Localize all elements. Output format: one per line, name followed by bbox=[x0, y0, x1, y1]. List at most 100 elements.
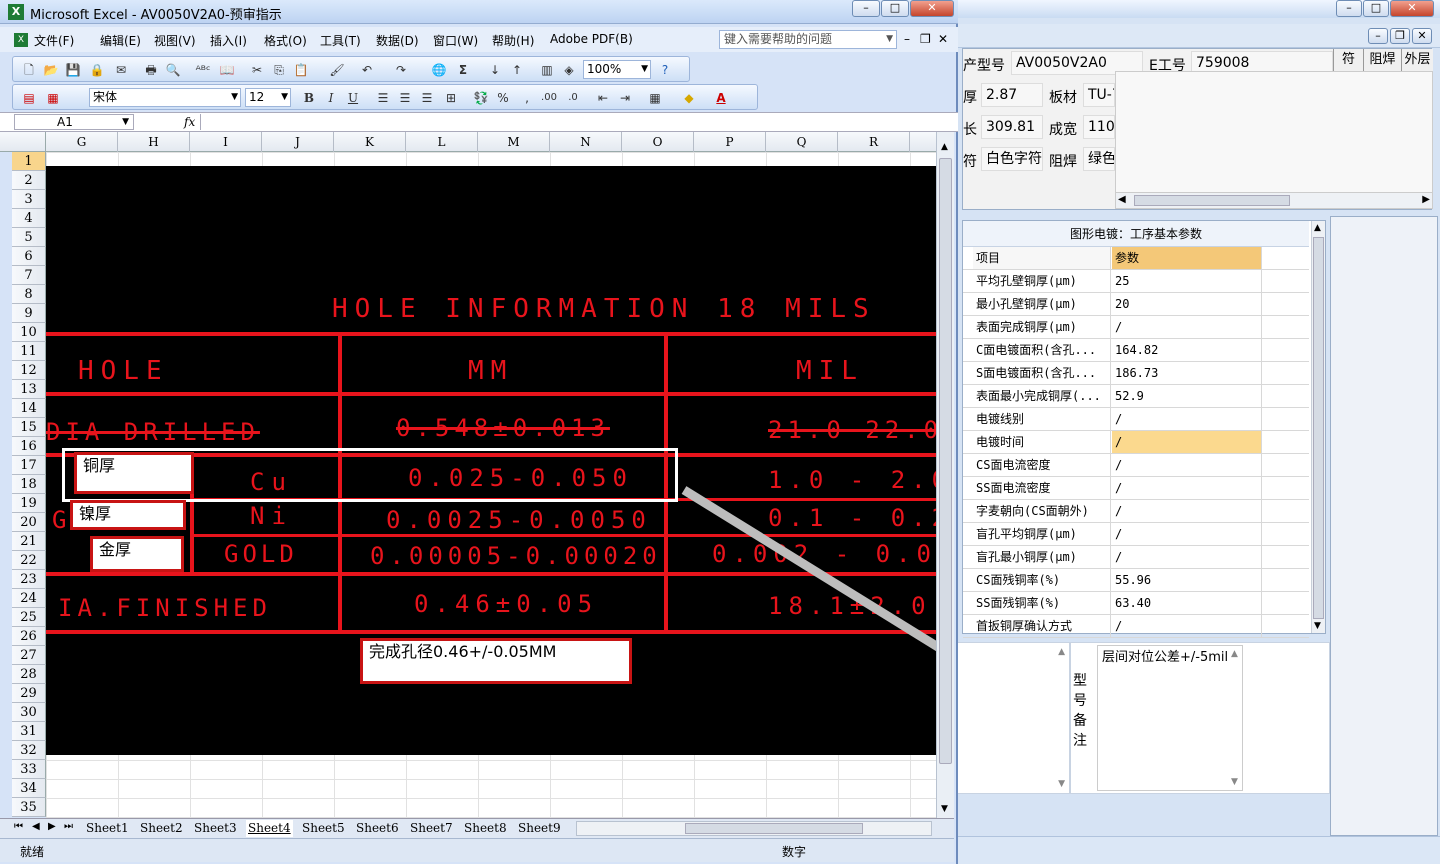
align-center-icon[interactable]: ☰ bbox=[397, 90, 413, 106]
row-header[interactable]: 11 bbox=[12, 342, 46, 361]
scroll-up-icon[interactable]: ▲ bbox=[941, 142, 948, 152]
formula-input[interactable] bbox=[200, 114, 954, 130]
sheet-tab[interactable]: Sheet4 bbox=[246, 820, 293, 837]
sheet-tab[interactable]: Sheet2 bbox=[138, 820, 185, 837]
italic-icon[interactable]: I bbox=[323, 90, 339, 106]
row-header[interactable]: 9 bbox=[12, 304, 46, 323]
autosum-icon[interactable]: Σ bbox=[455, 62, 471, 78]
param-value[interactable]: 20 bbox=[1112, 293, 1262, 315]
column-header-i[interactable]: I bbox=[190, 132, 262, 152]
dropdown-icon[interactable]: ▼ bbox=[231, 89, 238, 106]
col-param-header[interactable]: 参数 bbox=[1112, 247, 1262, 269]
first-sheet-icon[interactable]: ⏮ bbox=[14, 821, 23, 832]
column-header-k[interactable]: K bbox=[334, 132, 406, 152]
column-header-l[interactable]: L bbox=[406, 132, 478, 152]
sheet-horizontal-scrollbar[interactable] bbox=[576, 821, 932, 836]
char-field[interactable]: 白色字符 bbox=[981, 147, 1043, 171]
table-row[interactable]: 电镀线别 / bbox=[963, 408, 1309, 431]
length-field[interactable]: 309.81 bbox=[981, 115, 1043, 139]
row-header[interactable]: 19 bbox=[12, 494, 46, 513]
row-header[interactable]: 7 bbox=[12, 266, 46, 285]
row-header[interactable]: 33 bbox=[12, 760, 46, 779]
mdi-restore-button[interactable]: ❐ bbox=[1390, 28, 1410, 44]
blank-list[interactable]: ▲ ▼ bbox=[956, 642, 1070, 794]
dropdown-icon[interactable]: ▼ bbox=[281, 89, 288, 106]
hyperlink-icon[interactable]: 🌐 bbox=[431, 62, 447, 78]
email-icon[interactable]: ✉ bbox=[113, 62, 129, 78]
next-sheet-icon[interactable]: ▶ bbox=[48, 821, 56, 832]
dropdown-icon[interactable]: ▼ bbox=[886, 31, 893, 48]
workbook-icon[interactable]: X bbox=[14, 33, 28, 47]
undo-icon[interactable]: ↶ bbox=[359, 62, 375, 78]
table-row[interactable]: 盲孔最小铜厚(μm) / bbox=[963, 546, 1309, 569]
doc-restore-icon[interactable]: ❐ bbox=[920, 32, 931, 46]
param-value[interactable]: / bbox=[1112, 408, 1262, 430]
row-header[interactable]: 35 bbox=[12, 798, 46, 817]
table-row[interactable]: 平均孔壁铜厚(μm) 25 bbox=[963, 270, 1309, 293]
column-header-m[interactable]: M bbox=[478, 132, 550, 152]
row-header[interactable]: 8 bbox=[12, 285, 46, 304]
mask-field[interactable]: 绿色 bbox=[1083, 147, 1115, 171]
sheet-tab[interactable]: Sheet6 bbox=[354, 820, 401, 837]
currency-icon[interactable]: 💱 bbox=[473, 90, 489, 106]
sort-ascending-icon[interactable]: ↓ bbox=[487, 62, 503, 78]
remark-textbox[interactable]: 层间对位公差+/-5mil bbox=[1097, 645, 1243, 791]
row-header[interactable]: 23 bbox=[12, 570, 46, 589]
open-icon[interactable]: 📂 bbox=[43, 62, 59, 78]
scroll-thumb[interactable] bbox=[1134, 195, 1290, 206]
table-row[interactable]: 盲孔平均铜厚(μm) / bbox=[963, 523, 1309, 546]
row-header[interactable]: 29 bbox=[12, 684, 46, 703]
fx-icon[interactable]: fx bbox=[184, 115, 195, 129]
table-row[interactable]: C面电镀面积(含孔... 164.82 bbox=[963, 339, 1309, 362]
scroll-down-icon[interactable]: ▼ bbox=[1314, 621, 1321, 631]
minimize-button[interactable]: – bbox=[852, 0, 880, 17]
row-header[interactable]: 20 bbox=[12, 513, 46, 532]
col-item-header[interactable]: 项目 bbox=[973, 247, 1111, 269]
scroll-thumb[interactable] bbox=[939, 158, 952, 764]
layers-list[interactable]: ◀ ▶ bbox=[1115, 71, 1433, 209]
align-left-icon[interactable]: ☰ bbox=[375, 90, 391, 106]
row-header[interactable]: 22 bbox=[12, 551, 46, 570]
menu-help[interactable]: 帮助(H) bbox=[492, 32, 534, 49]
scroll-up-icon[interactable]: ▲ bbox=[1314, 223, 1321, 233]
decrease-decimal-icon[interactable]: .0 bbox=[565, 90, 581, 106]
param-value[interactable]: / bbox=[1112, 431, 1262, 453]
width-field[interactable]: 110.7 bbox=[1083, 115, 1115, 139]
param-value[interactable]: / bbox=[1112, 500, 1262, 522]
font-size-box[interactable]: 12 ▼ bbox=[245, 88, 291, 107]
column-header-p[interactable]: P bbox=[694, 132, 766, 152]
scroll-down-icon[interactable]: ▼ bbox=[1058, 779, 1065, 789]
table-row[interactable]: 电镀时间 / bbox=[963, 431, 1309, 454]
mdi-close-button[interactable]: ✕ bbox=[1412, 28, 1432, 44]
print-icon[interactable]: 🖶 bbox=[143, 62, 159, 78]
dropdown-icon[interactable]: ▼ bbox=[122, 115, 129, 129]
column-header-r[interactable]: R bbox=[838, 132, 910, 152]
row-header[interactable]: 5 bbox=[12, 228, 46, 247]
cut-icon[interactable]: ✂ bbox=[249, 62, 265, 78]
percent-icon[interactable]: % bbox=[495, 90, 511, 106]
sheet-tab[interactable]: Sheet3 bbox=[192, 820, 239, 837]
drawing-icon[interactable]: ◈ bbox=[561, 62, 577, 78]
row-header[interactable]: 34 bbox=[12, 779, 46, 798]
column-header-g[interactable]: G bbox=[46, 132, 118, 152]
menu-format[interactable]: 格式(O) bbox=[264, 32, 307, 49]
sheet-vertical-scrollbar[interactable]: ▲ ▼ bbox=[936, 132, 954, 818]
param-value[interactable]: / bbox=[1112, 546, 1262, 568]
menu-data[interactable]: 数据(D) bbox=[376, 32, 419, 49]
research-icon[interactable]: 📖 bbox=[219, 62, 235, 78]
zoom-box[interactable]: 100% ▼ bbox=[583, 60, 651, 79]
table-row[interactable]: 表面完成铜厚(μm) / bbox=[963, 316, 1309, 339]
comma-style-icon[interactable]: , bbox=[519, 90, 535, 106]
table-row[interactable]: CS面残铜率(%) 55.96 bbox=[963, 569, 1309, 592]
name-box[interactable]: A1 ▼ bbox=[14, 114, 134, 130]
table-row[interactable]: S面电镀面积(含孔... 186.73 bbox=[963, 362, 1309, 385]
scroll-up-icon[interactable]: ▲ bbox=[1231, 649, 1238, 659]
permission-icon[interactable]: 🔒 bbox=[89, 62, 105, 78]
table-row[interactable]: 最小孔壁铜厚(μm) 20 bbox=[963, 293, 1309, 316]
font-name-box[interactable]: 宋体 ▼ bbox=[89, 88, 241, 107]
increase-decimal-icon[interactable]: .00 bbox=[541, 90, 557, 106]
row-header[interactable]: 15 bbox=[12, 418, 46, 437]
grid-vertical-scrollbar[interactable]: ▲ ▼ bbox=[1311, 221, 1325, 633]
scroll-right-icon[interactable]: ▶ bbox=[1422, 194, 1430, 205]
mdi-minimize-button[interactable]: – bbox=[1368, 28, 1388, 44]
